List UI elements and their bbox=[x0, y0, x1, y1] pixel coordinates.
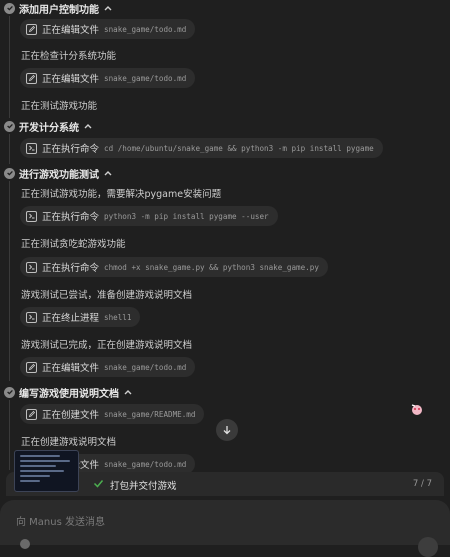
step-text: 游戏测试已完成，正在创建游戏说明文档 bbox=[21, 340, 193, 351]
step-text: 正在测试游戏功能，需要解决pygame安装问题 bbox=[21, 189, 222, 200]
terminal-icon bbox=[26, 311, 37, 323]
step-pill[interactable]: 正在编辑文件 snake_game/todo.md bbox=[20, 19, 196, 39]
send-button[interactable] bbox=[418, 537, 438, 557]
step-pill[interactable]: 正在编辑文件 snake_game/todo.md bbox=[20, 357, 196, 377]
arrow-down-icon bbox=[223, 426, 231, 435]
step-detail: snake_game/todo.md bbox=[104, 362, 187, 372]
character-icon bbox=[409, 402, 425, 418]
step-label: 正在执行命令 bbox=[42, 144, 100, 155]
step-text: 正在测试贪吃蛇游戏功能 bbox=[21, 239, 126, 250]
scroll-to-bottom-button[interactable] bbox=[216, 419, 238, 441]
chevron-up-icon[interactable] bbox=[123, 387, 133, 397]
section-title: 开发计分系统 bbox=[19, 122, 79, 134]
task-count: 7 / 7 bbox=[412, 479, 432, 489]
section-add-user-control[interactable]: 添加用户控制功能 bbox=[4, 0, 113, 16]
check-icon bbox=[4, 120, 15, 132]
check-icon bbox=[93, 480, 104, 488]
section-game-testing[interactable]: 进行游戏功能测试 bbox=[4, 165, 113, 181]
step-text: 游戏测试已尝试，准备创建游戏说明文档 bbox=[21, 290, 193, 301]
step-text: 正在测试游戏功能 bbox=[21, 101, 98, 112]
step-label: 正在创建文件 bbox=[42, 410, 100, 421]
step-pill[interactable]: 正在执行命令 chmod +x snake_game.py && python3… bbox=[20, 257, 328, 277]
edit-file-icon bbox=[26, 361, 37, 373]
check-icon bbox=[4, 167, 15, 179]
check-icon bbox=[4, 2, 15, 14]
section-title: 编写游戏使用说明文档 bbox=[19, 388, 119, 400]
message-input[interactable]: 向 Manus 发送消息 bbox=[16, 513, 105, 528]
terminal-icon bbox=[26, 261, 37, 273]
edit-file-icon bbox=[26, 408, 37, 420]
screen-preview-thumbnail[interactable] bbox=[14, 450, 79, 492]
step-pill[interactable]: 正在编辑文件 snake_game/todo.md bbox=[20, 68, 196, 88]
step-label: 正在执行命令 bbox=[42, 263, 100, 274]
step-detail: python3 -m pip install pygame --user bbox=[104, 211, 269, 221]
message-input-box[interactable]: 向 Manus 发送消息 bbox=[0, 500, 450, 557]
step-detail: cd /home/ubuntu/snake_game && python3 -m… bbox=[104, 143, 374, 153]
section-title: 进行游戏功能测试 bbox=[19, 169, 99, 181]
step-label: 正在执行命令 bbox=[42, 212, 100, 223]
step-pill[interactable]: 正在执行命令 cd /home/ubuntu/snake_game && pyt… bbox=[20, 138, 383, 158]
check-icon bbox=[4, 386, 15, 398]
step-text: 正在创建游戏说明文档 bbox=[21, 437, 117, 448]
current-task-label: 打包并交付游戏 bbox=[110, 481, 177, 492]
timeline-line bbox=[9, 134, 10, 164]
step-text: 正在检查计分系统功能 bbox=[21, 51, 117, 62]
timeline-line bbox=[9, 400, 10, 470]
chevron-up-icon[interactable] bbox=[103, 168, 113, 178]
step-pill[interactable]: 正在创建文件 snake_game/README.md bbox=[20, 404, 205, 424]
step-pill[interactable]: 正在终止进程 shell1 bbox=[20, 307, 141, 327]
step-detail: snake_game/todo.md bbox=[104, 459, 187, 469]
terminal-icon bbox=[26, 142, 37, 154]
step-detail: shell1 bbox=[104, 312, 132, 322]
step-label: 正在终止进程 bbox=[42, 313, 100, 324]
timeline-line bbox=[9, 16, 10, 118]
terminal-icon bbox=[26, 210, 37, 222]
edit-file-icon bbox=[26, 23, 37, 35]
chevron-up-icon[interactable] bbox=[83, 121, 93, 131]
timeline-line bbox=[9, 181, 10, 381]
step-label: 正在编辑文件 bbox=[42, 25, 100, 36]
step-label: 正在编辑文件 bbox=[42, 363, 100, 374]
step-pill[interactable]: 正在执行命令 python3 -m pip install pygame --u… bbox=[20, 206, 278, 226]
attach-icon[interactable] bbox=[20, 539, 30, 549]
chevron-up-icon[interactable] bbox=[103, 3, 113, 13]
step-detail: snake_game/README.md bbox=[104, 409, 196, 419]
section-scoring-system[interactable]: 开发计分系统 bbox=[4, 118, 93, 134]
step-detail: snake_game/todo.md bbox=[104, 24, 187, 34]
section-title: 添加用户控制功能 bbox=[19, 4, 99, 16]
section-write-docs[interactable]: 编写游戏使用说明文档 bbox=[4, 384, 133, 400]
step-label: 正在编辑文件 bbox=[42, 74, 100, 85]
step-detail: chmod +x snake_game.py && python3 snake_… bbox=[104, 262, 319, 272]
step-detail: snake_game/todo.md bbox=[104, 73, 187, 83]
edit-file-icon bbox=[26, 72, 37, 84]
